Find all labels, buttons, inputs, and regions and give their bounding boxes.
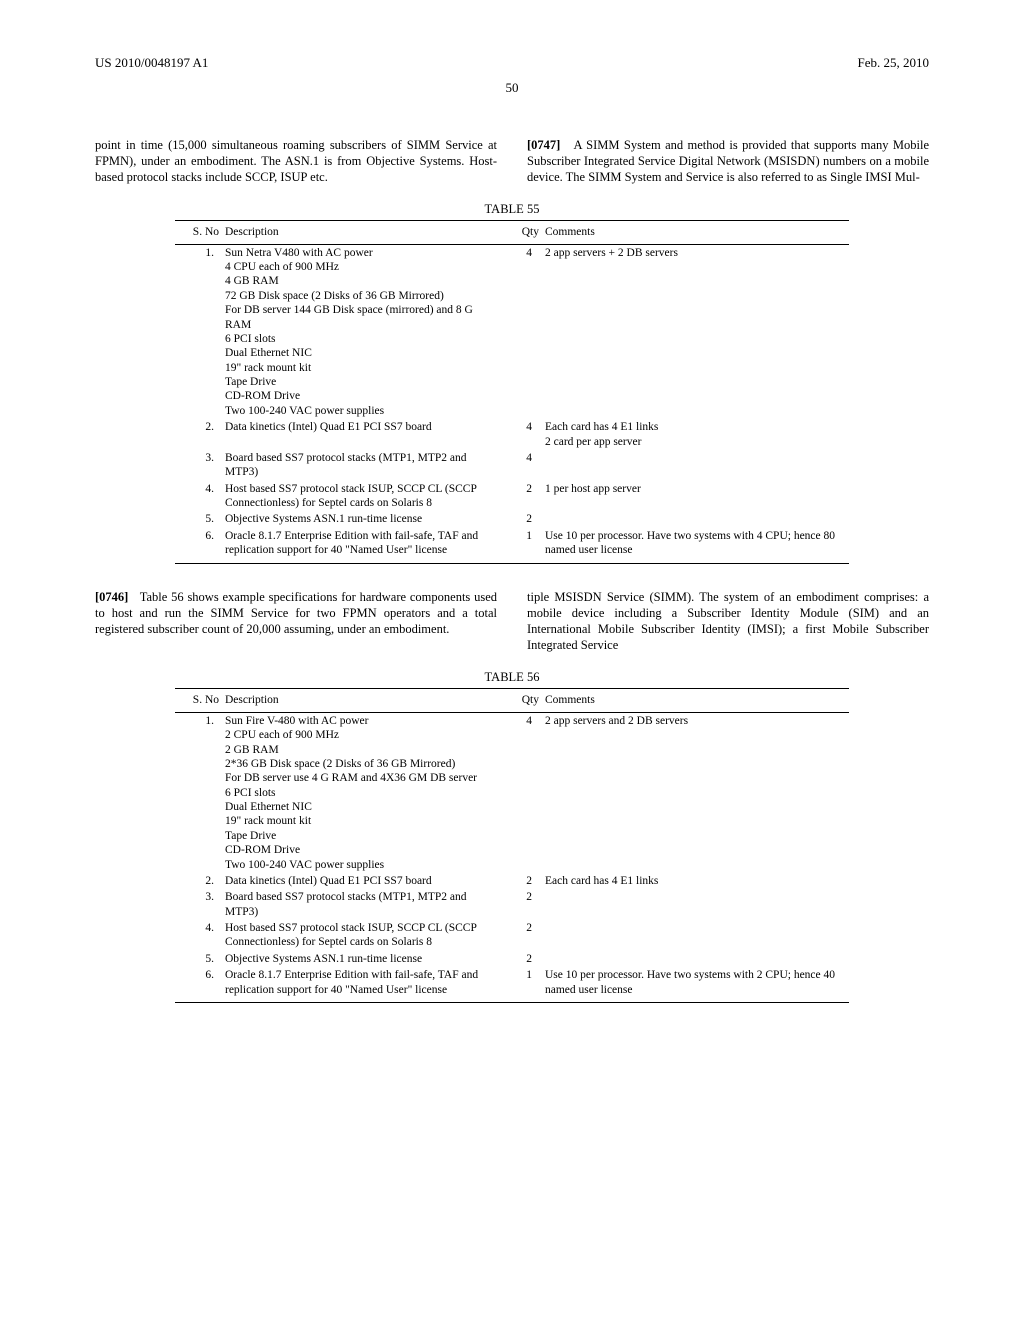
cell-desc: Data kinetics (Intel) Quad E1 PCI SS7 bo… [222,873,483,889]
cell-qty: 4 [483,450,542,481]
cell-qty: 1 [483,528,542,563]
cell-desc: Oracle 8.1.7 Enterprise Edition with fai… [222,528,483,563]
cell-desc: Oracle 8.1.7 Enterprise Edition with fai… [222,967,483,1002]
page-header: US 2010/0048197 A1 Feb. 25, 2010 [95,55,929,72]
cell-sno: 3. [175,889,222,920]
cell-comments: Use 10 per processor. Have two systems w… [542,967,849,1002]
cell-desc: Objective Systems ASN.1 run-time license [222,511,483,527]
cell-sno: 3. [175,450,222,481]
col-header-desc: Description [222,220,483,244]
cell-qty: 4 [483,419,542,450]
cell-qty: 2 [483,481,542,512]
cell-sno: 6. [175,528,222,563]
table-row: 1.Sun Fire V-480 with AC power2 CPU each… [175,712,849,873]
cell-qty: 1 [483,967,542,1002]
table-row: 2.Data kinetics (Intel) Quad E1 PCI SS7 … [175,419,849,450]
table-row: 4.Host based SS7 protocol stack ISUP, SC… [175,920,849,951]
cell-comments: Use 10 per processor. Have two systems w… [542,528,849,563]
cell-sno: 4. [175,920,222,951]
para-text: tiple MSISDN Service (SIMM). The system … [527,590,929,653]
spec-table-56: S. No Description Qty Comments 1.Sun Fir… [175,688,849,1003]
cell-comments: 2 app servers + 2 DB servers [542,244,849,419]
cell-comments [542,951,849,967]
col-header-qty: Qty [483,220,542,244]
cell-qty: 4 [483,244,542,419]
col-right-top: [0747] A SIMM System and method is provi… [527,137,929,186]
col-right-mid: tiple MSISDN Service (SIMM). The system … [527,589,929,654]
para-text: A SIMM System and method is provided tha… [527,138,929,185]
publication-date: Feb. 25, 2010 [858,55,930,72]
cell-qty: 2 [483,873,542,889]
cell-comments: 2 app servers and 2 DB servers [542,712,849,873]
table-row: 6.Oracle 8.1.7 Enterprise Edition with f… [175,528,849,563]
cell-sno: 5. [175,951,222,967]
cell-comments: 1 per host app server [542,481,849,512]
para-text: point in time (15,000 simultaneous roami… [95,138,497,185]
cell-desc: Board based SS7 protocol stacks (MTP1, M… [222,889,483,920]
publication-number: US 2010/0048197 A1 [95,55,208,72]
cell-desc: Host based SS7 protocol stack ISUP, SCCP… [222,481,483,512]
col-header-sno: S. No [175,688,222,712]
col-header-qty: Qty [483,688,542,712]
cell-qty: 2 [483,511,542,527]
table-row: 4.Host based SS7 protocol stack ISUP, SC… [175,481,849,512]
cell-desc: Sun Fire V-480 with AC power2 CPU each o… [222,712,483,873]
cell-sno: 5. [175,511,222,527]
cell-qty: 4 [483,712,542,873]
cell-qty: 2 [483,920,542,951]
cell-comments: Each card has 4 E1 links [542,873,849,889]
cell-desc: Data kinetics (Intel) Quad E1 PCI SS7 bo… [222,419,483,450]
cell-sno: 2. [175,873,222,889]
cell-sno: 4. [175,481,222,512]
table-caption: TABLE 56 [175,669,849,685]
table-row: 3.Board based SS7 protocol stacks (MTP1,… [175,889,849,920]
cell-desc: Host based SS7 protocol stack ISUP, SCCP… [222,920,483,951]
table-row: 3.Board based SS7 protocol stacks (MTP1,… [175,450,849,481]
table-row: 2.Data kinetics (Intel) Quad E1 PCI SS7 … [175,873,849,889]
cell-sno: 1. [175,244,222,419]
cell-sno: 6. [175,967,222,1002]
col-left-mid: [0746] Table 56 shows example specificat… [95,589,497,654]
table-56: TABLE 56 S. No Description Qty Comments … [175,669,849,1003]
para-number: [0746] [95,590,128,604]
cell-comments [542,450,849,481]
col-left-top: point in time (15,000 simultaneous roami… [95,137,497,186]
cell-desc: Sun Netra V480 with AC power4 CPU each o… [222,244,483,419]
cell-qty: 2 [483,889,542,920]
cell-sno: 1. [175,712,222,873]
para-text: Table 56 shows example specifications fo… [95,590,497,637]
top-columns: point in time (15,000 simultaneous roami… [95,137,929,186]
mid-columns: [0746] Table 56 shows example specificat… [95,589,929,654]
cell-comments [542,889,849,920]
table-caption: TABLE 55 [175,201,849,217]
col-header-comments: Comments [542,688,849,712]
cell-comments: Each card has 4 E1 links2 card per app s… [542,419,849,450]
col-header-sno: S. No [175,220,222,244]
page-number: 50 [95,80,929,97]
spec-table-55: S. No Description Qty Comments 1.Sun Net… [175,220,849,564]
table-row: 1.Sun Netra V480 with AC power4 CPU each… [175,244,849,419]
para-number: [0747] [527,138,560,152]
table-row: 5.Objective Systems ASN.1 run-time licen… [175,951,849,967]
col-header-desc: Description [222,688,483,712]
cell-comments [542,511,849,527]
table-row: 6.Oracle 8.1.7 Enterprise Edition with f… [175,967,849,1002]
col-header-comments: Comments [542,220,849,244]
table-55: TABLE 55 S. No Description Qty Comments … [175,201,849,564]
cell-sno: 2. [175,419,222,450]
cell-comments [542,920,849,951]
cell-qty: 2 [483,951,542,967]
cell-desc: Board based SS7 protocol stacks (MTP1, M… [222,450,483,481]
cell-desc: Objective Systems ASN.1 run-time license [222,951,483,967]
table-row: 5.Objective Systems ASN.1 run-time licen… [175,511,849,527]
